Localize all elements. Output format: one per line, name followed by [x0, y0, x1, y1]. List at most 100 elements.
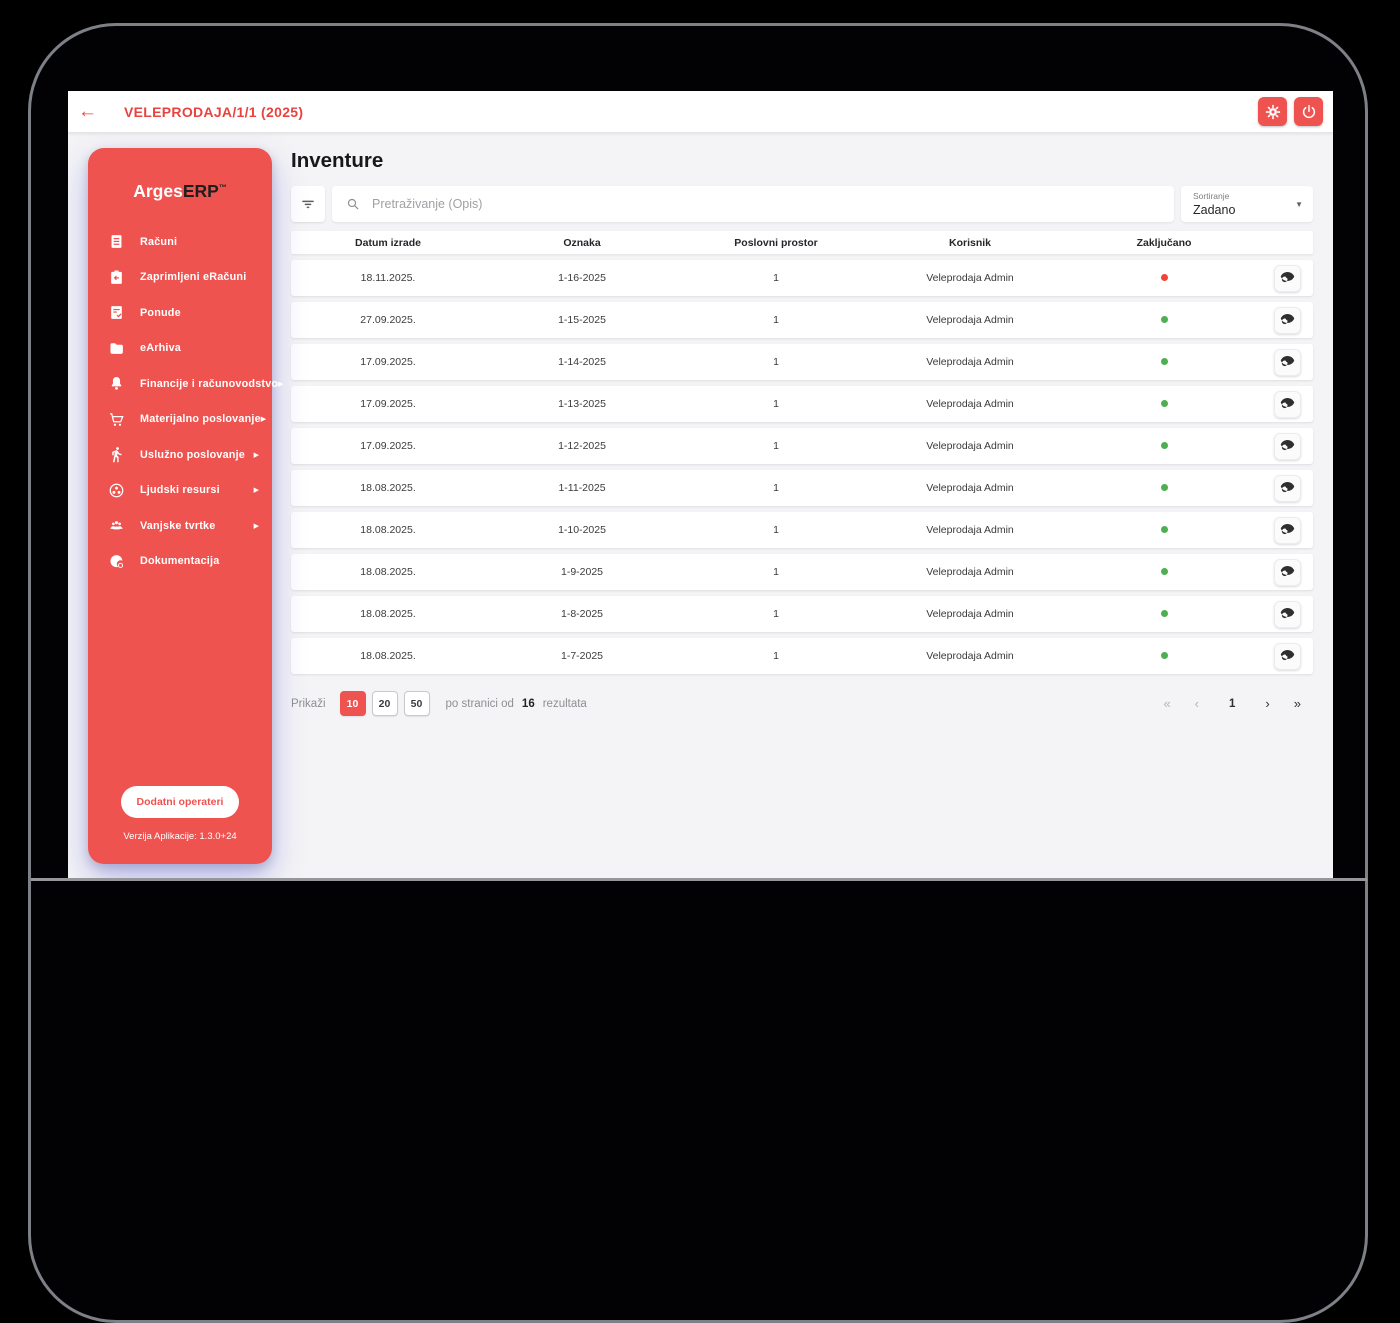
- status-dot: [1160, 316, 1168, 323]
- sidebar-item-ra-uni[interactable]: Računi: [88, 224, 272, 260]
- cell-datum-izrade: 27.09.2025.: [360, 314, 416, 326]
- view-row-button[interactable]: [1273, 432, 1301, 460]
- group-work-icon: [108, 482, 125, 499]
- view-row-button[interactable]: [1273, 558, 1301, 586]
- eye-icon: [1280, 311, 1295, 329]
- folder-icon: [108, 340, 125, 357]
- next-page-button[interactable]: ›: [1253, 696, 1281, 711]
- view-row-button[interactable]: [1273, 306, 1301, 334]
- sidebar-item-dokumentacija[interactable]: Dokumentacija: [88, 544, 272, 580]
- table-row[interactable]: 18.08.2025. 1-10-2025 1 Veleprodaja Admi…: [291, 512, 1313, 548]
- sort-dropdown[interactable]: Sortiranje Zadano ▼: [1181, 186, 1313, 222]
- column-header: Oznaka: [563, 236, 601, 249]
- logout-button[interactable]: [1294, 97, 1323, 126]
- eye-icon: [1280, 647, 1295, 665]
- sidebar-item-zaprimljeni-era-uni[interactable]: Zaprimljeni eRačuni: [88, 260, 272, 296]
- table-row[interactable]: 17.09.2025. 1-14-2025 1 Veleprodaja Admi…: [291, 344, 1313, 380]
- table-controls: Sortiranje Zadano ▼: [291, 186, 1313, 222]
- cell-poslovni-prostor: 1: [773, 440, 779, 452]
- cell-oznaka: 1-7-2025: [560, 650, 604, 662]
- cell-datum-izrade: 18.08.2025.: [360, 608, 416, 620]
- cell-korisnik: Veleprodaja Admin: [926, 356, 1014, 368]
- column-header: Datum izrade: [355, 236, 421, 249]
- eye-icon: [1280, 395, 1295, 413]
- view-row-button[interactable]: [1273, 642, 1301, 670]
- table-row[interactable]: 18.08.2025. 1-9-2025 1 Veleprodaja Admin: [291, 554, 1313, 590]
- last-page-button[interactable]: »: [1282, 696, 1313, 711]
- cell-korisnik: Veleprodaja Admin: [926, 314, 1014, 326]
- content-area: ArgesERP™ Računi Zaprimljeni eRačuni Pon…: [68, 133, 1333, 881]
- table-row[interactable]: 18.08.2025. 1-11-2025 1 Veleprodaja Admi…: [291, 470, 1313, 506]
- first-page-button[interactable]: «: [1151, 696, 1182, 711]
- app-screen: ← VELEPRODAJA/1/1 (2025) ArgesERP™ Račun…: [68, 91, 1333, 881]
- page-size-10-button[interactable]: 10: [339, 691, 366, 716]
- sidebar-item-vanjske-tvrtke[interactable]: Vanjske tvrtke ▶: [88, 508, 272, 544]
- table-row[interactable]: 18.08.2025. 1-7-2025 1 Veleprodaja Admin: [291, 638, 1313, 674]
- status-dot: [1160, 274, 1168, 281]
- eye-icon: [1280, 437, 1295, 455]
- bell-icon: [108, 375, 125, 392]
- table-row[interactable]: 18.11.2025. 1-16-2025 1 Veleprodaja Admi…: [291, 260, 1313, 296]
- prev-page-button[interactable]: ‹: [1183, 696, 1211, 711]
- table-row[interactable]: 27.09.2025. 1-15-2025 1 Veleprodaja Admi…: [291, 302, 1313, 338]
- results-total: 16: [521, 697, 535, 710]
- cell-datum-izrade: 17.09.2025.: [360, 440, 416, 452]
- table-body: 18.11.2025. 1-16-2025 1 Veleprodaja Admi…: [291, 260, 1313, 674]
- chevron-down-icon: ▼: [1295, 200, 1303, 209]
- app-logo: ArgesERP™: [88, 181, 272, 202]
- companies-icon: [108, 517, 125, 534]
- table-row[interactable]: 17.09.2025. 1-13-2025 1 Veleprodaja Admi…: [291, 386, 1313, 422]
- sidebar-item-materijalno-poslovanje[interactable]: Materijalno poslovanje ▶: [88, 402, 272, 438]
- sidebar-item-ljudski-resursi[interactable]: Ljudski resursi ▶: [88, 473, 272, 509]
- view-row-button[interactable]: [1273, 348, 1301, 376]
- additional-operators-button[interactable]: Dodatni operateri: [120, 786, 240, 818]
- status-dot: [1160, 526, 1168, 533]
- page-size-50-button[interactable]: 50: [403, 691, 430, 716]
- eye-icon: [1280, 605, 1295, 623]
- cell-korisnik: Veleprodaja Admin: [926, 650, 1014, 662]
- cell-korisnik: Veleprodaja Admin: [926, 608, 1014, 620]
- settings-button[interactable]: [1258, 97, 1287, 126]
- sidebar-footer: Dodatni operateri Verzija Aplikacije: 1.…: [88, 786, 272, 864]
- pagination-bar: Prikaži 10 20 50 po stranici od 16 rezulta…: [291, 691, 1313, 716]
- cell-poslovni-prostor: 1: [773, 356, 779, 368]
- sidebar-item-financije-i-ra-unovodstvo[interactable]: Financije i računovodstvo ▶: [88, 366, 284, 402]
- search-input[interactable]: [372, 197, 1161, 211]
- cell-poslovni-prostor: 1: [773, 482, 779, 494]
- cell-oznaka: 1-14-2025: [558, 356, 606, 368]
- view-row-button[interactable]: [1273, 390, 1301, 418]
- sidebar-menu: Računi Zaprimljeni eRačuni Ponude eArhiv…: [88, 224, 284, 580]
- top-bar: ← VELEPRODAJA/1/1 (2025): [68, 91, 1333, 133]
- cell-korisnik: Veleprodaja Admin: [926, 272, 1014, 284]
- page-size-20-button[interactable]: 20: [371, 691, 398, 716]
- invoice-icon: [108, 233, 125, 250]
- cell-oznaka: 1-10-2025: [558, 524, 606, 536]
- column-header: Korisnik: [948, 236, 991, 249]
- back-button[interactable]: ←: [78, 101, 104, 123]
- sort-label: Sortiranje: [1193, 191, 1230, 201]
- sidebar-item-uslu-no-poslovanje[interactable]: Uslužno poslovanje ▶: [88, 437, 272, 473]
- sidebar-item-ponude[interactable]: Ponude: [88, 295, 272, 331]
- cell-korisnik: Veleprodaja Admin: [926, 482, 1014, 494]
- cell-poslovni-prostor: 1: [773, 524, 779, 536]
- table-row[interactable]: 18.08.2025. 1-8-2025 1 Veleprodaja Admin: [291, 596, 1313, 632]
- sort-value: Zadano: [1193, 203, 1236, 217]
- cell-oznaka: 1-16-2025: [558, 272, 606, 284]
- cell-oznaka: 1-13-2025: [558, 398, 606, 410]
- filter-button[interactable]: [291, 186, 325, 222]
- view-row-button[interactable]: [1273, 264, 1301, 292]
- page-size-group: 10 20 50: [339, 691, 436, 716]
- docs-icon: [108, 553, 125, 570]
- view-row-button[interactable]: [1273, 516, 1301, 544]
- sidebar-item-earhiva[interactable]: eArhiva: [88, 331, 272, 367]
- cell-poslovni-prostor: 1: [773, 566, 779, 578]
- cart-icon: [108, 411, 125, 428]
- page-size-middle-text: po stranici od: [445, 697, 514, 710]
- view-row-button[interactable]: [1273, 474, 1301, 502]
- table-row[interactable]: 17.09.2025. 1-12-2025 1 Veleprodaja Admi…: [291, 428, 1313, 464]
- status-dot: [1160, 358, 1168, 365]
- cell-datum-izrade: 18.08.2025.: [360, 650, 416, 662]
- received-invoice-icon: [108, 269, 125, 286]
- pager: «‹ 1 ›»: [1151, 696, 1313, 711]
- view-row-button[interactable]: [1273, 600, 1301, 628]
